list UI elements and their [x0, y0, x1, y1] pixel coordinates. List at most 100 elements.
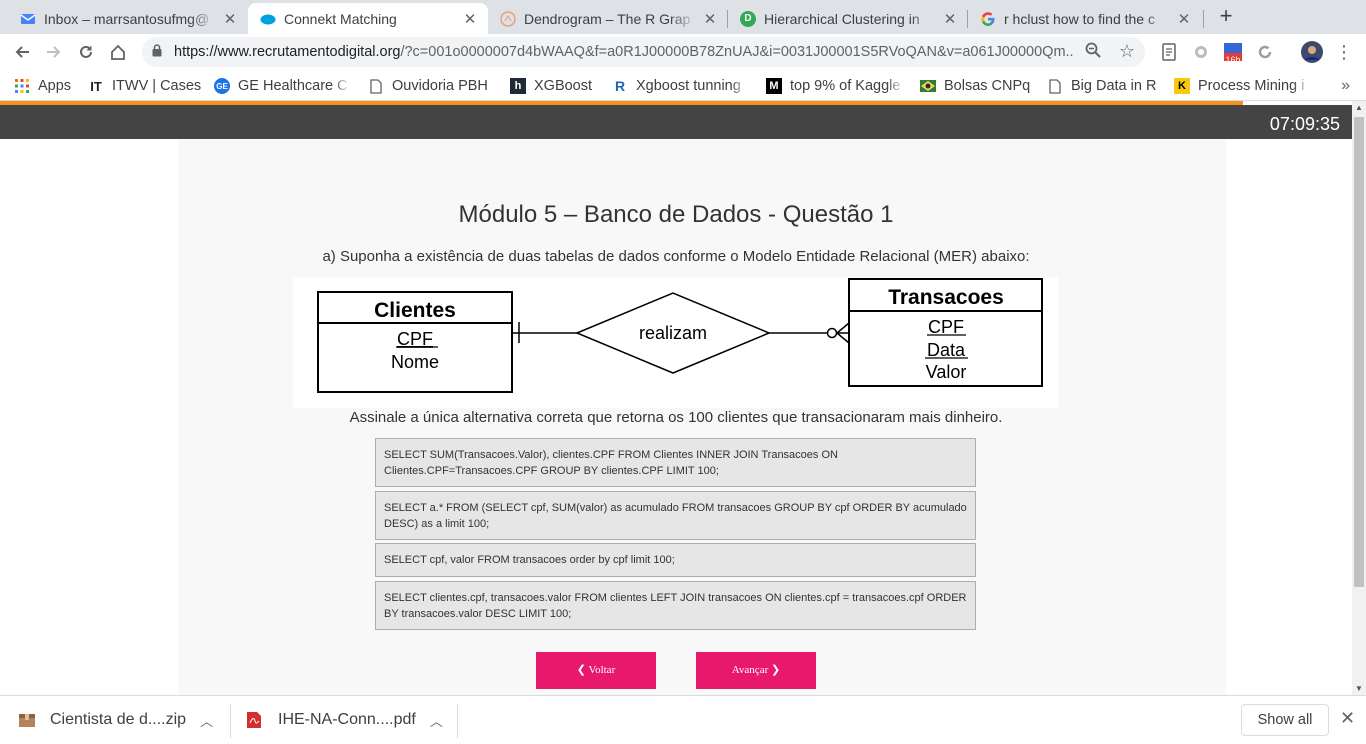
- tab-connekt-matching[interactable]: Connekt Matching ✕: [248, 3, 488, 34]
- scroll-down-icon[interactable]: ▼: [1355, 684, 1363, 693]
- tab-title: Inbox – marrsantosufmg@: [44, 10, 210, 27]
- menu-dots-icon[interactable]: ⋮: [1332, 40, 1356, 64]
- bookmark-label: Ouvidoria PBH: [392, 78, 488, 94]
- tab-dendrogram[interactable]: Dendrogram – The R Grap ✕: [488, 3, 728, 34]
- reload-icon[interactable]: [74, 40, 98, 64]
- mail-icon: [20, 11, 36, 27]
- bookmark-xgboost[interactable]: h XGBoost: [510, 76, 592, 96]
- zip-icon: [18, 711, 36, 729]
- browser-toolbar: https://www.recrutamentodigital.org/?c=0…: [0, 34, 1366, 71]
- url-path: /?c=001o0000007d4bWAAQ&f=a0R1J00000B78Zn…: [400, 44, 1074, 60]
- er-diagram: Clientes CPF Nome realizam Transacoes CP…: [293, 277, 1058, 408]
- tab-inbox[interactable]: Inbox – marrsantosufmg@ ✕: [8, 3, 248, 34]
- h-icon: h: [510, 78, 526, 94]
- bookmark-bolsas-cnpq[interactable]: Bolsas CNPq: [920, 76, 1030, 96]
- shelf-separator: [230, 704, 231, 738]
- extension-badge: 16h: [1225, 55, 1241, 65]
- chevron-right-icon: ❯: [768, 664, 781, 676]
- extension-calendar-icon[interactable]: 16h: [1221, 40, 1245, 65]
- back-button-label: Voltar: [588, 664, 616, 676]
- show-all-button[interactable]: Show all: [1241, 704, 1329, 736]
- instruction-text: Assinale a única alternativa correta que…: [349, 409, 1003, 426]
- download-filename: IHE-NA-Conn....pdf: [278, 711, 416, 728]
- answer-option-2[interactable]: SELECT a.* FROM (SELECT cpf, SUM(valor) …: [375, 491, 976, 540]
- chevron-up-icon[interactable]: ︿: [200, 711, 213, 730]
- bookmark-label: top 9% of Kaggle: [790, 78, 901, 94]
- close-icon[interactable]: ✕: [222, 10, 238, 28]
- page-scrollbar[interactable]: ▲ ▼: [1352, 101, 1366, 695]
- page-icon: [1047, 78, 1063, 94]
- bookmark-apps[interactable]: Apps: [14, 76, 71, 96]
- entity-attr-transacoes-cpf: CPF: [928, 317, 964, 337]
- close-icon[interactable]: ✕: [1176, 10, 1192, 28]
- address-bar[interactable]: https://www.recrutamentodigital.org/?c=0…: [142, 37, 1145, 67]
- tab-title: Dendrogram – The R Grap: [524, 10, 691, 27]
- tab-separator: [1203, 10, 1204, 28]
- flag-icon: [920, 78, 936, 94]
- close-icon[interactable]: ✕: [1340, 708, 1355, 729]
- entity-attr-transacoes-valor: Valor: [926, 362, 967, 382]
- bookmark-ge-healthcare[interactable]: GE GE Healthcare C: [214, 76, 350, 96]
- entity-attr-transacoes-data: Data: [927, 340, 966, 360]
- page-icon: [368, 78, 384, 94]
- entity-name-transacoes: Transacoes: [888, 286, 1004, 309]
- answer-option-4[interactable]: SELECT clientes.cpf, transacoes.valor FR…: [375, 581, 976, 630]
- home-icon[interactable]: [106, 40, 130, 64]
- download-item-pdf[interactable]: IHE-NA-Conn....pdf ︿: [246, 708, 443, 732]
- bookmark-star-icon[interactable]: ☆: [1119, 41, 1135, 62]
- extension-circle-icon[interactable]: [1189, 40, 1213, 64]
- bookmark-xgboost-tunning[interactable]: R Xgboost tunning: [612, 76, 748, 96]
- tab-hierarchical-clustering[interactable]: D Hierarchical Clustering in ✕: [728, 3, 968, 34]
- new-tab-button[interactable]: +: [1214, 5, 1238, 29]
- lock-icon: [152, 44, 162, 60]
- bookmark-itwv[interactable]: IT ITWV | Cases: [88, 76, 201, 96]
- tab-strip: Inbox – marrsantosufmg@ ✕ Connekt Matchi…: [0, 0, 1366, 34]
- bookmark-label: XGBoost: [534, 78, 593, 94]
- ge-icon: GE: [214, 78, 230, 94]
- extension-refresh-icon[interactable]: [1253, 40, 1277, 64]
- header-bar: 07:09:35: [0, 105, 1352, 139]
- bookmark-label: ITWV | Cases: [112, 78, 202, 94]
- graph-gallery-icon: [500, 10, 516, 27]
- bookmarks-bar: Apps IT ITWV | Cases GE GE Healthcare C …: [0, 71, 1366, 101]
- back-arrow-icon[interactable]: [10, 40, 34, 64]
- answer-option-3[interactable]: SELECT cpf, valor FROM transacoes order …: [375, 543, 976, 577]
- back-button[interactable]: ❮ Voltar: [536, 652, 656, 689]
- next-button-label: Avançar: [731, 664, 769, 676]
- close-icon[interactable]: ✕: [702, 10, 718, 28]
- profile-avatar[interactable]: [1300, 40, 1324, 64]
- chevron-left-icon: ❮: [576, 664, 589, 676]
- scrollbar-thumb[interactable]: [1354, 117, 1364, 587]
- reader-icon[interactable]: [1157, 40, 1181, 64]
- google-icon: [980, 11, 996, 27]
- answer-option-1[interactable]: SELECT SUM(Transacoes.Valor), clientes.C…: [375, 438, 976, 487]
- tab-r-hclust[interactable]: r hclust how to find the c ✕: [968, 3, 1202, 34]
- k-icon: K: [1174, 78, 1190, 94]
- forward-arrow-icon[interactable]: [42, 40, 66, 64]
- entity-attr-clientes-cpf: CPF: [397, 329, 433, 349]
- countdown-timer: 07:09:35: [1269, 114, 1340, 134]
- bookmark-big-data-r[interactable]: Big Data in R: [1047, 76, 1156, 96]
- close-icon[interactable]: ✕: [462, 10, 478, 28]
- next-button[interactable]: Avançar ❯: [696, 652, 816, 689]
- close-icon[interactable]: ✕: [942, 10, 958, 28]
- relationship-name: realizam: [639, 323, 707, 343]
- bookmark-ouvidoria-pbh[interactable]: Ouvidoria PBH: [368, 76, 488, 96]
- page-content: 07:09:35 Módulo 5 – Banco de Dados - Que…: [0, 101, 1352, 695]
- shelf-separator: [457, 704, 458, 738]
- bookmark-label: Bolsas CNPq: [944, 78, 1031, 94]
- page-title: Módulo 5 – Banco de Dados - Questão 1: [458, 201, 894, 228]
- bookmark-process-mining[interactable]: K Process Mining i: [1174, 76, 1310, 96]
- chevron-up-icon[interactable]: ︿: [430, 711, 443, 730]
- bookmark-label: Xgboost tunning: [636, 78, 741, 94]
- tab-title: r hclust how to find the c: [1004, 10, 1155, 27]
- bookmarks-overflow-chevron-icon[interactable]: »: [1341, 77, 1350, 95]
- zoom-icon[interactable]: [1085, 42, 1101, 63]
- bookmark-label: GE Healthcare C: [238, 78, 348, 94]
- download-item-zip[interactable]: Cientista de d....zip ︿: [18, 708, 213, 732]
- bookmark-label: Big Data in R: [1071, 78, 1157, 94]
- bookmark-label: Process Mining i: [1198, 78, 1305, 94]
- bookmark-top-kaggle[interactable]: M top 9% of Kaggle: [766, 76, 904, 96]
- tab-title: Connekt Matching: [284, 10, 397, 27]
- scroll-up-icon[interactable]: ▲: [1355, 103, 1363, 112]
